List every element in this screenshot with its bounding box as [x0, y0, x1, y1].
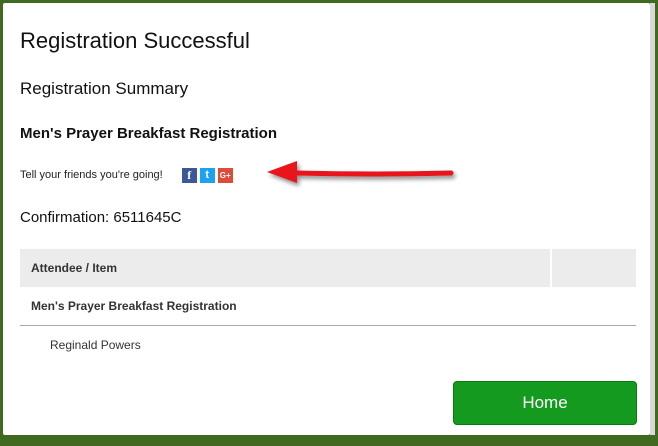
- window-frame: Registration Successful Registration Sum…: [0, 0, 658, 446]
- scrollbar[interactable]: [650, 3, 655, 435]
- share-text: Tell your friends you're going!: [20, 169, 163, 181]
- page-title: Registration Successful: [20, 28, 250, 53]
- content-panel: Registration Successful Registration Sum…: [3, 3, 650, 435]
- confirmation-number: Confirmation: 6511645C: [20, 209, 182, 226]
- facebook-share-icon[interactable]: f: [181, 167, 197, 183]
- table-row-group: Men's Prayer Breakfast Registration: [20, 287, 636, 326]
- event-title: Men's Prayer Breakfast Registration: [20, 125, 277, 142]
- twitter-share-icon[interactable]: t: [199, 167, 215, 183]
- summary-table: Attendee / Item Men's Prayer Breakfast R…: [20, 249, 636, 364]
- annotation-arrow-icon: [267, 161, 454, 183]
- summary-heading: Registration Summary: [20, 79, 189, 98]
- column-header-attendee-item: Attendee / Item: [20, 249, 552, 287]
- home-button[interactable]: Home: [453, 381, 637, 425]
- googleplus-share-icon[interactable]: G+: [217, 167, 233, 183]
- share-row: Tell your friends you're going! f t G+: [20, 166, 236, 184]
- table-row-attendee: Reginald Powers: [50, 338, 141, 352]
- table-header: Attendee / Item: [20, 249, 636, 287]
- column-header-empty: [552, 249, 636, 287]
